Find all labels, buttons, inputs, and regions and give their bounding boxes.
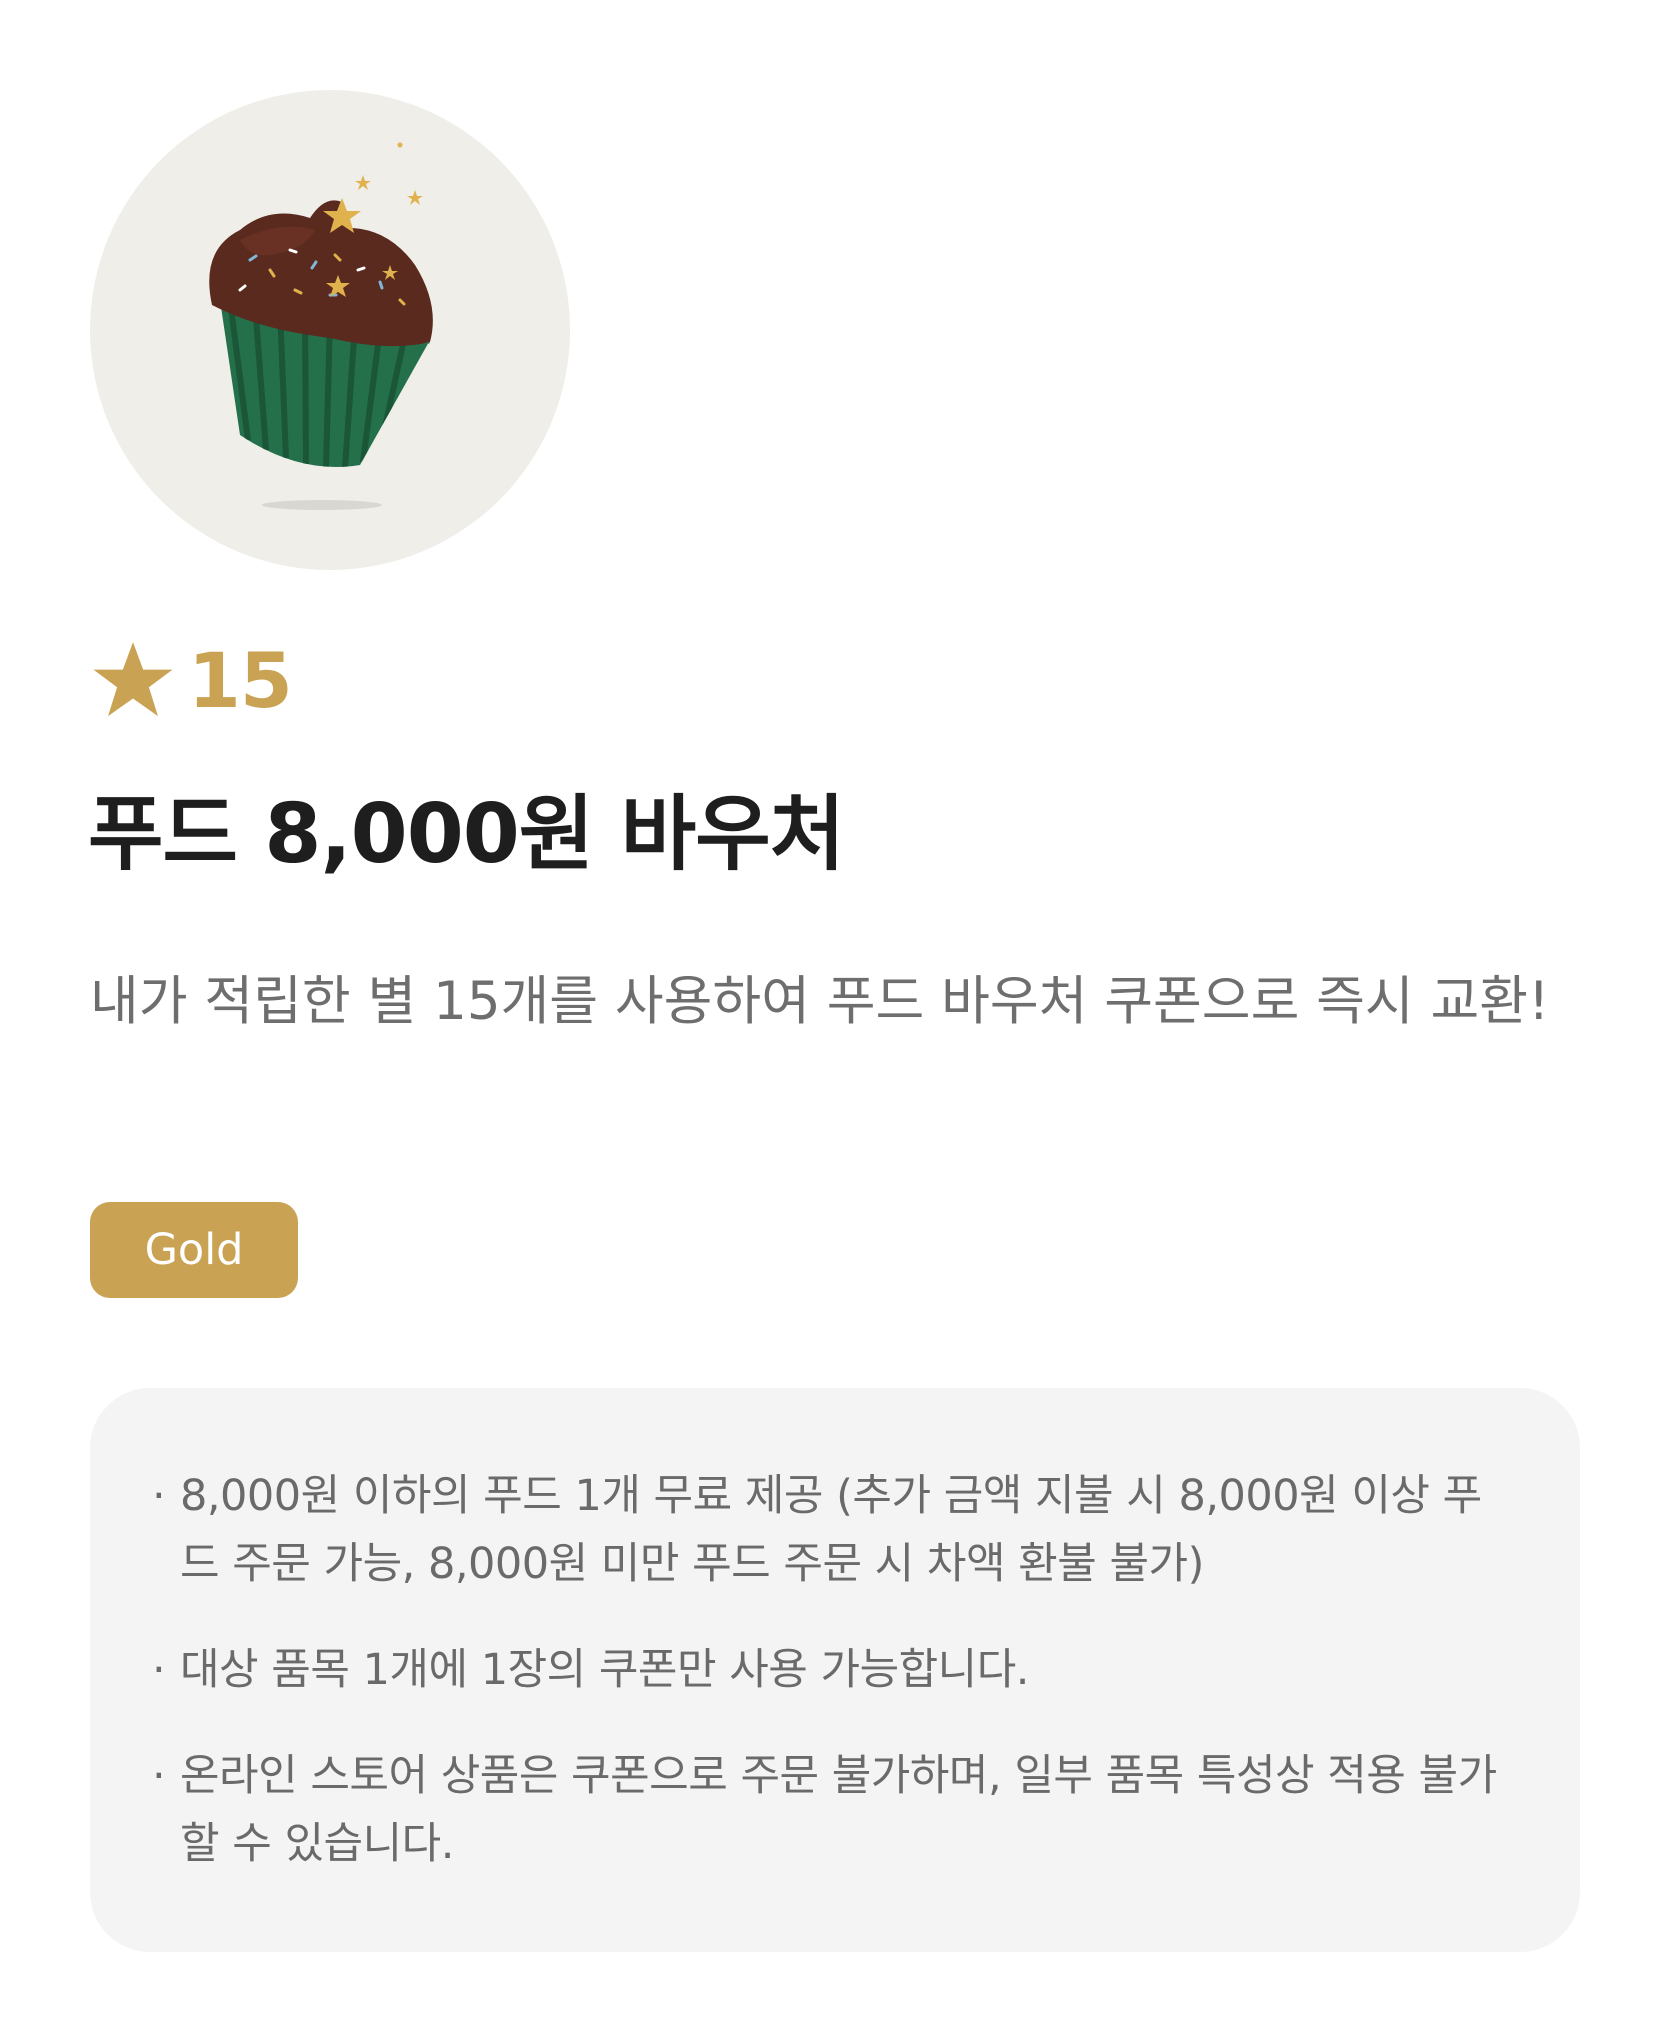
notice-text: 대상 품목 1개에 1장의 쿠폰만 사용 가능합니다. <box>180 1645 1029 1695</box>
notice-box: · 8,000원 이하의 푸드 1개 무료 제공 (추가 금액 지불 시 8,0… <box>90 1388 1580 1952</box>
star-icon <box>93 642 173 717</box>
notice-item: · 8,000원 이하의 푸드 1개 무료 제공 (추가 금액 지불 시 8,0… <box>150 1462 1520 1598</box>
reward-description: 내가 적립한 별 15개를 사용하여 푸드 바우처 쿠폰으로 즉시 교환! <box>90 971 1550 1032</box>
star-price: 15 <box>90 630 293 730</box>
bullet-icon: · <box>152 1645 166 1695</box>
star-count: 15 <box>188 635 293 725</box>
cupcake-shadow <box>262 500 382 510</box>
tier-badge: Gold <box>90 1202 298 1298</box>
notice-list: · 8,000원 이하의 푸드 1개 무료 제공 (추가 금액 지불 시 8,0… <box>150 1462 1520 1878</box>
sparkle-star-icon <box>407 190 423 205</box>
notice-text: 8,000원 이하의 푸드 1개 무료 제공 (추가 금액 지불 시 8,000… <box>180 1471 1482 1589</box>
page-title: 푸드 8,000원 바우처 <box>88 787 845 882</box>
notice-item: · 대상 품목 1개에 1장의 쿠폰만 사용 가능합니다. <box>150 1636 1520 1704</box>
sparkle-star-icon <box>355 175 371 190</box>
notice-item: · 온라인 스토어 상품은 쿠폰으로 주문 불가하며, 일부 품목 특성상 적용… <box>150 1742 1520 1878</box>
sparkle-dot <box>397 142 403 148</box>
bullet-icon: · <box>152 1751 166 1801</box>
notice-text: 온라인 스토어 상품은 쿠폰으로 주문 불가하며, 일부 품목 특성상 적용 불… <box>180 1751 1497 1869</box>
cupcake-illustration <box>209 142 433 510</box>
reward-image <box>90 90 570 570</box>
bullet-icon: · <box>152 1471 166 1521</box>
